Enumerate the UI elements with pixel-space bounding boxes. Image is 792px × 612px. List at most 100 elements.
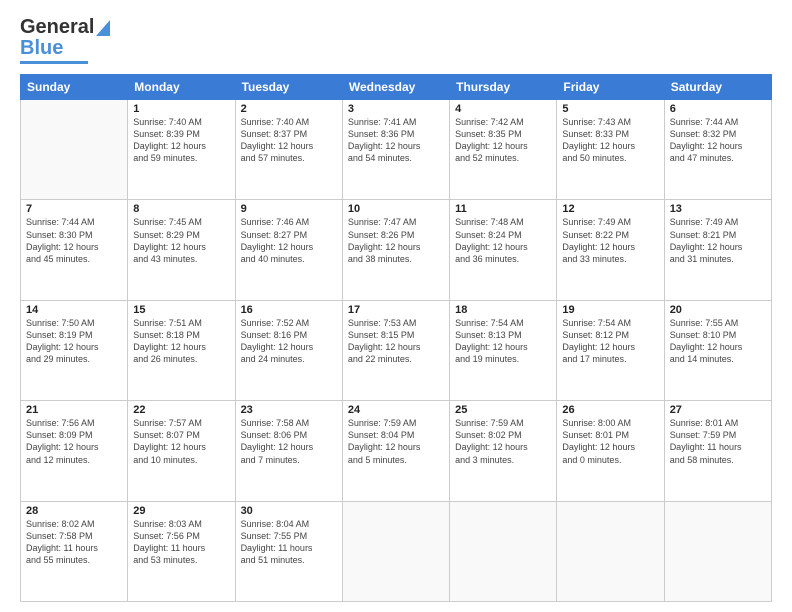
logo-general: General xyxy=(20,16,94,39)
calendar: SundayMondayTuesdayWednesdayThursdayFrid… xyxy=(20,74,772,602)
day-number: 25 xyxy=(455,404,551,416)
logo: General Blue xyxy=(20,16,110,64)
day-number: 10 xyxy=(348,203,444,215)
logo-underline xyxy=(20,61,88,64)
day-cell xyxy=(557,501,664,601)
day-cell: 18Sunrise: 7:54 AM Sunset: 8:13 PM Dayli… xyxy=(450,300,557,400)
week-row-4: 21Sunrise: 7:56 AM Sunset: 8:09 PM Dayli… xyxy=(21,401,772,501)
day-info: Sunrise: 7:52 AM Sunset: 8:16 PM Dayligh… xyxy=(241,317,337,366)
day-info: Sunrise: 7:58 AM Sunset: 8:06 PM Dayligh… xyxy=(241,417,337,466)
day-number: 24 xyxy=(348,404,444,416)
day-cell: 28Sunrise: 8:02 AM Sunset: 7:58 PM Dayli… xyxy=(21,501,128,601)
day-cell: 10Sunrise: 7:47 AM Sunset: 8:26 PM Dayli… xyxy=(342,200,449,300)
day-cell: 19Sunrise: 7:54 AM Sunset: 8:12 PM Dayli… xyxy=(557,300,664,400)
day-info: Sunrise: 7:41 AM Sunset: 8:36 PM Dayligh… xyxy=(348,116,444,165)
day-number: 9 xyxy=(241,203,337,215)
day-info: Sunrise: 7:49 AM Sunset: 8:21 PM Dayligh… xyxy=(670,216,766,265)
weekday-header-saturday: Saturday xyxy=(664,75,771,100)
day-number: 6 xyxy=(670,103,766,115)
day-info: Sunrise: 7:56 AM Sunset: 8:09 PM Dayligh… xyxy=(26,417,122,466)
day-cell: 21Sunrise: 7:56 AM Sunset: 8:09 PM Dayli… xyxy=(21,401,128,501)
day-cell: 26Sunrise: 8:00 AM Sunset: 8:01 PM Dayli… xyxy=(557,401,664,501)
day-cell xyxy=(664,501,771,601)
day-cell: 4Sunrise: 7:42 AM Sunset: 8:35 PM Daylig… xyxy=(450,100,557,200)
day-info: Sunrise: 7:53 AM Sunset: 8:15 PM Dayligh… xyxy=(348,317,444,366)
day-info: Sunrise: 7:57 AM Sunset: 8:07 PM Dayligh… xyxy=(133,417,229,466)
day-number: 20 xyxy=(670,304,766,316)
day-info: Sunrise: 8:04 AM Sunset: 7:55 PM Dayligh… xyxy=(241,518,337,567)
day-info: Sunrise: 7:45 AM Sunset: 8:29 PM Dayligh… xyxy=(133,216,229,265)
day-number: 12 xyxy=(562,203,658,215)
day-info: Sunrise: 7:51 AM Sunset: 8:18 PM Dayligh… xyxy=(133,317,229,366)
day-number: 1 xyxy=(133,103,229,115)
day-info: Sunrise: 7:54 AM Sunset: 8:13 PM Dayligh… xyxy=(455,317,551,366)
day-cell: 3Sunrise: 7:41 AM Sunset: 8:36 PM Daylig… xyxy=(342,100,449,200)
day-info: Sunrise: 7:59 AM Sunset: 8:02 PM Dayligh… xyxy=(455,417,551,466)
week-row-1: 1Sunrise: 7:40 AM Sunset: 8:39 PM Daylig… xyxy=(21,100,772,200)
day-cell: 20Sunrise: 7:55 AM Sunset: 8:10 PM Dayli… xyxy=(664,300,771,400)
day-info: Sunrise: 7:42 AM Sunset: 8:35 PM Dayligh… xyxy=(455,116,551,165)
header: General Blue xyxy=(20,16,772,64)
day-cell: 29Sunrise: 8:03 AM Sunset: 7:56 PM Dayli… xyxy=(128,501,235,601)
day-number: 16 xyxy=(241,304,337,316)
weekday-header-wednesday: Wednesday xyxy=(342,75,449,100)
day-info: Sunrise: 7:44 AM Sunset: 8:32 PM Dayligh… xyxy=(670,116,766,165)
day-cell: 6Sunrise: 7:44 AM Sunset: 8:32 PM Daylig… xyxy=(664,100,771,200)
day-cell: 5Sunrise: 7:43 AM Sunset: 8:33 PM Daylig… xyxy=(557,100,664,200)
week-row-2: 7Sunrise: 7:44 AM Sunset: 8:30 PM Daylig… xyxy=(21,200,772,300)
day-number: 5 xyxy=(562,103,658,115)
day-number: 2 xyxy=(241,103,337,115)
day-number: 27 xyxy=(670,404,766,416)
day-info: Sunrise: 7:46 AM Sunset: 8:27 PM Dayligh… xyxy=(241,216,337,265)
day-info: Sunrise: 7:44 AM Sunset: 8:30 PM Dayligh… xyxy=(26,216,122,265)
day-cell xyxy=(21,100,128,200)
day-cell: 1Sunrise: 7:40 AM Sunset: 8:39 PM Daylig… xyxy=(128,100,235,200)
day-info: Sunrise: 7:43 AM Sunset: 8:33 PM Dayligh… xyxy=(562,116,658,165)
day-info: Sunrise: 7:40 AM Sunset: 8:39 PM Dayligh… xyxy=(133,116,229,165)
day-cell: 12Sunrise: 7:49 AM Sunset: 8:22 PM Dayli… xyxy=(557,200,664,300)
day-cell: 8Sunrise: 7:45 AM Sunset: 8:29 PM Daylig… xyxy=(128,200,235,300)
day-number: 18 xyxy=(455,304,551,316)
day-info: Sunrise: 7:54 AM Sunset: 8:12 PM Dayligh… xyxy=(562,317,658,366)
day-number: 23 xyxy=(241,404,337,416)
day-info: Sunrise: 7:49 AM Sunset: 8:22 PM Dayligh… xyxy=(562,216,658,265)
day-number: 14 xyxy=(26,304,122,316)
day-cell xyxy=(342,501,449,601)
day-info: Sunrise: 8:00 AM Sunset: 8:01 PM Dayligh… xyxy=(562,417,658,466)
day-info: Sunrise: 7:50 AM Sunset: 8:19 PM Dayligh… xyxy=(26,317,122,366)
day-cell: 7Sunrise: 7:44 AM Sunset: 8:30 PM Daylig… xyxy=(21,200,128,300)
day-number: 15 xyxy=(133,304,229,316)
weekday-header-thursday: Thursday xyxy=(450,75,557,100)
day-number: 30 xyxy=(241,505,337,517)
weekday-header-monday: Monday xyxy=(128,75,235,100)
day-number: 19 xyxy=(562,304,658,316)
weekday-header-tuesday: Tuesday xyxy=(235,75,342,100)
weekday-header-sunday: Sunday xyxy=(21,75,128,100)
day-cell: 24Sunrise: 7:59 AM Sunset: 8:04 PM Dayli… xyxy=(342,401,449,501)
day-cell: 13Sunrise: 7:49 AM Sunset: 8:21 PM Dayli… xyxy=(664,200,771,300)
day-cell: 15Sunrise: 7:51 AM Sunset: 8:18 PM Dayli… xyxy=(128,300,235,400)
logo-blue: Blue xyxy=(20,37,63,60)
day-cell: 11Sunrise: 7:48 AM Sunset: 8:24 PM Dayli… xyxy=(450,200,557,300)
day-cell xyxy=(450,501,557,601)
weekday-header-row: SundayMondayTuesdayWednesdayThursdayFrid… xyxy=(21,75,772,100)
day-number: 4 xyxy=(455,103,551,115)
day-number: 11 xyxy=(455,203,551,215)
day-cell: 2Sunrise: 7:40 AM Sunset: 8:37 PM Daylig… xyxy=(235,100,342,200)
day-number: 21 xyxy=(26,404,122,416)
day-number: 7 xyxy=(26,203,122,215)
day-number: 22 xyxy=(133,404,229,416)
day-info: Sunrise: 7:40 AM Sunset: 8:37 PM Dayligh… xyxy=(241,116,337,165)
day-cell: 27Sunrise: 8:01 AM Sunset: 7:59 PM Dayli… xyxy=(664,401,771,501)
day-number: 3 xyxy=(348,103,444,115)
day-cell: 30Sunrise: 8:04 AM Sunset: 7:55 PM Dayli… xyxy=(235,501,342,601)
day-number: 28 xyxy=(26,505,122,517)
day-info: Sunrise: 7:55 AM Sunset: 8:10 PM Dayligh… xyxy=(670,317,766,366)
day-info: Sunrise: 8:03 AM Sunset: 7:56 PM Dayligh… xyxy=(133,518,229,567)
day-number: 26 xyxy=(562,404,658,416)
day-info: Sunrise: 8:02 AM Sunset: 7:58 PM Dayligh… xyxy=(26,518,122,567)
day-number: 29 xyxy=(133,505,229,517)
day-number: 8 xyxy=(133,203,229,215)
day-cell: 9Sunrise: 7:46 AM Sunset: 8:27 PM Daylig… xyxy=(235,200,342,300)
week-row-5: 28Sunrise: 8:02 AM Sunset: 7:58 PM Dayli… xyxy=(21,501,772,601)
